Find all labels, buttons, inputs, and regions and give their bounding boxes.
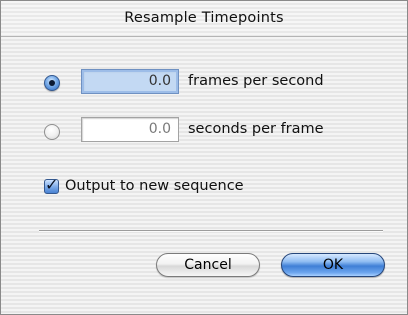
fps-label: frames per second [188,73,324,89]
output-new-sequence-checkbox[interactable]: ✓ [44,175,59,194]
radio-selected-dot [49,80,55,86]
spf-input[interactable]: 0.0 [81,117,179,142]
separator [39,230,383,232]
dialog-title: Resample Timepoints [124,10,284,26]
fps-radio[interactable] [44,75,60,91]
dialog-titlebar[interactable]: Resample Timepoints [1,1,407,37]
fps-input[interactable]: 0.0 [81,69,179,94]
resample-dialog: Resample Timepoints 0.0 frames per secon… [0,0,408,315]
ok-button[interactable]: OK [281,253,385,277]
spf-radio[interactable] [44,124,60,140]
checkmark-icon: ✓ [45,175,59,194]
cancel-button[interactable]: Cancel [156,253,260,277]
output-new-sequence-label[interactable]: Output to new sequence [65,178,244,194]
spf-label: seconds per frame [188,121,324,137]
